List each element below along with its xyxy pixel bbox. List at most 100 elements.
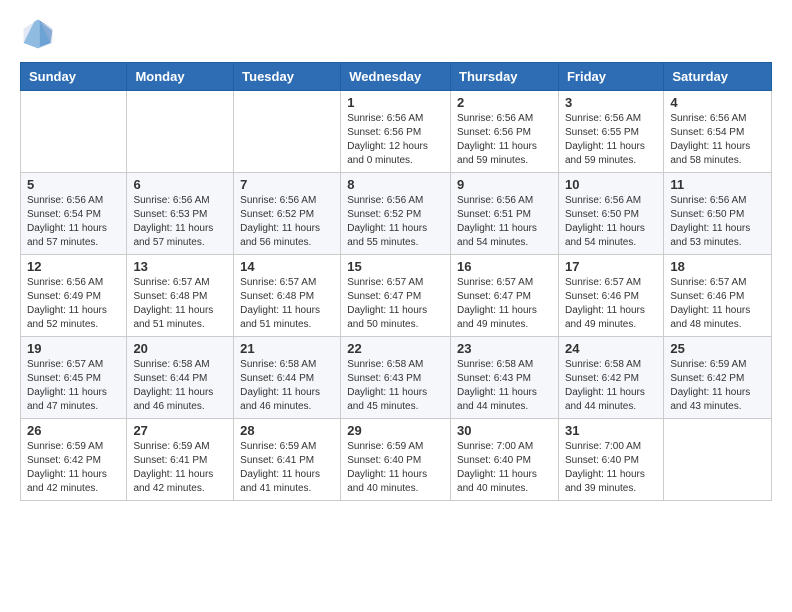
- calendar-cell: 30Sunrise: 7:00 AMSunset: 6:40 PMDayligh…: [451, 419, 559, 501]
- day-info: Sunrise: 6:59 AMSunset: 6:41 PMDaylight:…: [240, 440, 334, 496]
- day-number: 24: [565, 341, 657, 356]
- calendar-day-header: Monday: [127, 63, 234, 91]
- calendar-cell: 22Sunrise: 6:58 AMSunset: 6:43 PMDayligh…: [341, 337, 451, 419]
- calendar-cell: 4 Sunrise: 6:56 AMSunset: 6:54 PMDaylight…: [664, 91, 772, 173]
- day-number: 30: [457, 423, 552, 438]
- day-info: Sunrise: 6:59 AMSunset: 6:42 PMDaylight:…: [27, 440, 120, 496]
- calendar-cell: 7Sunrise: 6:56 AMSunset: 6:52 PMDaylight…: [234, 173, 341, 255]
- page: SundayMondayTuesdayWednesdayThursdayFrid…: [0, 0, 792, 612]
- calendar-day-header: Sunday: [21, 63, 127, 91]
- day-info: Sunrise: 6:58 AMSunset: 6:43 PMDaylight:…: [457, 358, 552, 414]
- calendar-week-row: 1 Sunrise: 6:56 AMSunset: 6:56 PMDaylight…: [21, 91, 772, 173]
- day-number: 10: [565, 177, 657, 192]
- calendar-cell: 18 Sunrise: 6:57 AMSunset: 6:46 PMDayligh…: [664, 255, 772, 337]
- calendar-cell: 15 Sunrise: 6:57 AMSunset: 6:47 PMDayligh…: [341, 255, 451, 337]
- calendar-cell: [234, 91, 341, 173]
- calendar-cell: 16 Sunrise: 6:57 AMSunset: 6:47 PMDayligh…: [451, 255, 559, 337]
- day-info: Sunrise: 6:56 AMSunset: 6:52 PMDaylight:…: [347, 194, 444, 250]
- calendar-cell: 25 Sunrise: 6:59 AMSunset: 6:42 PMDayligh…: [664, 337, 772, 419]
- calendar-cell: 19Sunrise: 6:57 AMSunset: 6:45 PMDayligh…: [21, 337, 127, 419]
- calendar-day-header: Friday: [558, 63, 663, 91]
- day-info: Sunrise: 6:58 AMSunset: 6:44 PMDaylight:…: [240, 358, 334, 414]
- calendar-week-row: 19Sunrise: 6:57 AMSunset: 6:45 PMDayligh…: [21, 337, 772, 419]
- day-number: 6: [133, 177, 227, 192]
- day-info: Sunrise: 6:58 AMSunset: 6:43 PMDaylight:…: [347, 358, 444, 414]
- day-info: Sunrise: 6:57 AMSunset: 6:48 PMDaylight:…: [240, 276, 334, 332]
- day-number: 16: [457, 259, 552, 274]
- calendar-cell: 11Sunrise: 6:56 AMSunset: 6:50 PMDayligh…: [664, 173, 772, 255]
- calendar-day-header: Thursday: [451, 63, 559, 91]
- calendar-cell: 21Sunrise: 6:58 AMSunset: 6:44 PMDayligh…: [234, 337, 341, 419]
- day-number: 4: [670, 95, 765, 110]
- calendar-table: SundayMondayTuesdayWednesdayThursdayFrid…: [20, 62, 772, 501]
- day-number: 18: [670, 259, 765, 274]
- day-info: Sunrise: 6:56 AMSunset: 6:50 PMDaylight:…: [565, 194, 657, 250]
- day-number: 2: [457, 95, 552, 110]
- day-info: Sunrise: 6:56 AMSunset: 6:49 PMDaylight:…: [27, 276, 120, 332]
- day-info: Sunrise: 6:56 AMSunset: 6:54 PMDaylight:…: [27, 194, 120, 250]
- calendar-cell: 26 Sunrise: 6:59 AMSunset: 6:42 PMDayligh…: [21, 419, 127, 501]
- calendar-cell: 23 Sunrise: 6:58 AMSunset: 6:43 PMDayligh…: [451, 337, 559, 419]
- calendar-cell: [664, 419, 772, 501]
- calendar-cell: 10 Sunrise: 6:56 AMSunset: 6:50 PMDayligh…: [558, 173, 663, 255]
- calendar-cell: 3 Sunrise: 6:56 AMSunset: 6:55 PMDaylight…: [558, 91, 663, 173]
- day-number: 23: [457, 341, 552, 356]
- logo: [20, 16, 60, 52]
- calendar-cell: 29 Sunrise: 6:59 AMSunset: 6:40 PMDayligh…: [341, 419, 451, 501]
- calendar-cell: 12Sunrise: 6:56 AMSunset: 6:49 PMDayligh…: [21, 255, 127, 337]
- day-info: Sunrise: 6:56 AMSunset: 6:55 PMDaylight:…: [565, 112, 657, 168]
- header: [20, 16, 772, 52]
- calendar-cell: 6 Sunrise: 6:56 AMSunset: 6:53 PMDaylight…: [127, 173, 234, 255]
- calendar-week-row: 12Sunrise: 6:56 AMSunset: 6:49 PMDayligh…: [21, 255, 772, 337]
- calendar-cell: 8 Sunrise: 6:56 AMSunset: 6:52 PMDaylight…: [341, 173, 451, 255]
- calendar-cell: 5 Sunrise: 6:56 AMSunset: 6:54 PMDaylight…: [21, 173, 127, 255]
- day-number: 13: [133, 259, 227, 274]
- day-number: 3: [565, 95, 657, 110]
- day-number: 31: [565, 423, 657, 438]
- day-number: 15: [347, 259, 444, 274]
- day-number: 19: [27, 341, 120, 356]
- day-number: 29: [347, 423, 444, 438]
- calendar-cell: 9 Sunrise: 6:56 AMSunset: 6:51 PMDaylight…: [451, 173, 559, 255]
- day-info: Sunrise: 6:56 AMSunset: 6:56 PMDaylight:…: [457, 112, 552, 168]
- day-info: Sunrise: 6:59 AMSunset: 6:41 PMDaylight:…: [133, 440, 227, 496]
- calendar-cell: 1 Sunrise: 6:56 AMSunset: 6:56 PMDaylight…: [341, 91, 451, 173]
- day-info: Sunrise: 6:57 AMSunset: 6:47 PMDaylight:…: [347, 276, 444, 332]
- day-info: Sunrise: 6:59 AMSunset: 6:42 PMDaylight:…: [670, 358, 765, 414]
- day-number: 20: [133, 341, 227, 356]
- day-info: Sunrise: 6:57 AMSunset: 6:47 PMDaylight:…: [457, 276, 552, 332]
- calendar-cell: 13Sunrise: 6:57 AMSunset: 6:48 PMDayligh…: [127, 255, 234, 337]
- day-number: 1: [347, 95, 444, 110]
- calendar-day-header: Tuesday: [234, 63, 341, 91]
- calendar-cell: [127, 91, 234, 173]
- day-info: Sunrise: 6:57 AMSunset: 6:46 PMDaylight:…: [565, 276, 657, 332]
- logo-icon: [20, 16, 56, 52]
- day-number: 28: [240, 423, 334, 438]
- calendar-day-header: Saturday: [664, 63, 772, 91]
- day-info: Sunrise: 6:58 AMSunset: 6:42 PMDaylight:…: [565, 358, 657, 414]
- day-number: 11: [670, 177, 765, 192]
- calendar-week-row: 5 Sunrise: 6:56 AMSunset: 6:54 PMDaylight…: [21, 173, 772, 255]
- day-number: 25: [670, 341, 765, 356]
- day-info: Sunrise: 6:56 AMSunset: 6:54 PMDaylight:…: [670, 112, 765, 168]
- calendar-cell: [21, 91, 127, 173]
- day-number: 26: [27, 423, 120, 438]
- day-number: 17: [565, 259, 657, 274]
- day-info: Sunrise: 6:58 AMSunset: 6:44 PMDaylight:…: [133, 358, 227, 414]
- day-info: Sunrise: 6:57 AMSunset: 6:46 PMDaylight:…: [670, 276, 765, 332]
- day-number: 5: [27, 177, 120, 192]
- day-info: Sunrise: 6:56 AMSunset: 6:56 PMDaylight:…: [347, 112, 444, 168]
- calendar-cell: 14Sunrise: 6:57 AMSunset: 6:48 PMDayligh…: [234, 255, 341, 337]
- day-number: 27: [133, 423, 227, 438]
- day-info: Sunrise: 6:56 AMSunset: 6:53 PMDaylight:…: [133, 194, 227, 250]
- day-number: 8: [347, 177, 444, 192]
- calendar-day-header: Wednesday: [341, 63, 451, 91]
- day-info: Sunrise: 6:56 AMSunset: 6:51 PMDaylight:…: [457, 194, 552, 250]
- calendar-cell: 31 Sunrise: 7:00 AMSunset: 6:40 PMDayligh…: [558, 419, 663, 501]
- calendar-week-row: 26 Sunrise: 6:59 AMSunset: 6:42 PMDayligh…: [21, 419, 772, 501]
- day-info: Sunrise: 7:00 AMSunset: 6:40 PMDaylight:…: [565, 440, 657, 496]
- calendar-cell: 2 Sunrise: 6:56 AMSunset: 6:56 PMDaylight…: [451, 91, 559, 173]
- day-info: Sunrise: 6:59 AMSunset: 6:40 PMDaylight:…: [347, 440, 444, 496]
- day-number: 9: [457, 177, 552, 192]
- calendar-cell: 20 Sunrise: 6:58 AMSunset: 6:44 PMDayligh…: [127, 337, 234, 419]
